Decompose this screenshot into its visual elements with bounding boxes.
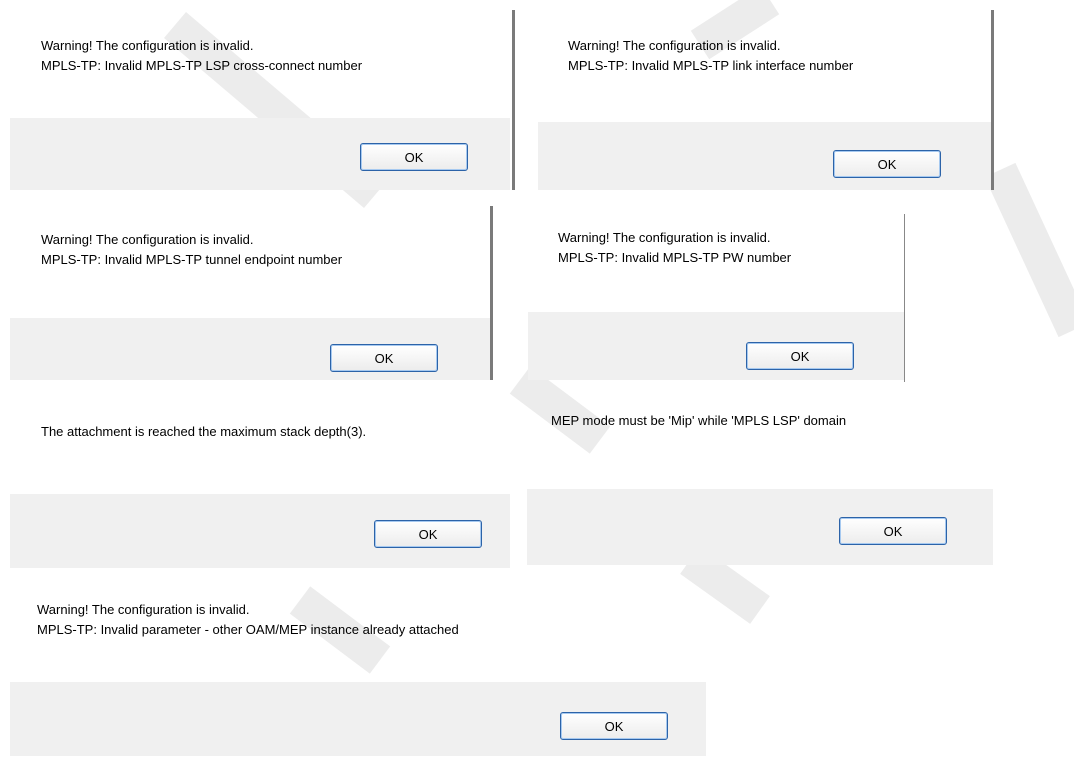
ok-button[interactable]: OK bbox=[839, 517, 947, 545]
dialog-message: Warning! The configuration is invalid. M… bbox=[41, 230, 342, 270]
window-border bbox=[490, 206, 493, 380]
dialog-message: Warning! The configuration is invalid. M… bbox=[568, 36, 853, 76]
warning-dialog-tunnel-endpoint: Warning! The configuration is invalid. M… bbox=[10, 220, 490, 380]
error-detail: MPLS-TP: Invalid MPLS-TP tunnel endpoint… bbox=[41, 252, 343, 267]
dialog-message: Warning! The configuration is invalid. M… bbox=[41, 36, 362, 76]
stack-depth-message: The attachment is reached the maximum st… bbox=[41, 424, 367, 439]
dialog-message: Warning! The configuration is invalid. M… bbox=[558, 228, 791, 268]
warning-dialog-oam-mep-attached: Warning! The configuration is invalid. M… bbox=[10, 596, 706, 756]
ok-button[interactable]: OK bbox=[833, 150, 941, 178]
error-detail: MPLS-TP: Invalid MPLS-TP LSP cross-conne… bbox=[41, 58, 363, 73]
warning-title: Warning! The configuration is invalid. bbox=[41, 38, 254, 53]
dialog-message: Warning! The configuration is invalid. M… bbox=[37, 600, 459, 640]
dialog-message: MEP mode must be 'Mip' while 'MPLS LSP' … bbox=[551, 411, 846, 431]
window-border bbox=[512, 10, 515, 190]
error-detail: MPLS-TP: Invalid MPLS-TP link interface … bbox=[568, 58, 854, 73]
error-detail: MPLS-TP: Invalid MPLS-TP PW number bbox=[558, 250, 792, 265]
ok-button[interactable]: OK bbox=[360, 143, 468, 171]
mep-mode-message: MEP mode must be 'Mip' while 'MPLS LSP' … bbox=[551, 413, 847, 428]
warning-title: Warning! The configuration is invalid. bbox=[41, 232, 254, 247]
mep-mode-dialog: MEP mode must be 'Mip' while 'MPLS LSP' … bbox=[527, 405, 993, 565]
warning-dialog-pw-number: Warning! The configuration is invalid. M… bbox=[528, 220, 904, 380]
warning-dialog-link-interface: Warning! The configuration is invalid. M… bbox=[538, 22, 994, 190]
ok-button[interactable]: OK bbox=[374, 520, 482, 548]
warning-title: Warning! The configuration is invalid. bbox=[37, 602, 250, 617]
ok-button[interactable]: OK bbox=[560, 712, 668, 740]
error-detail: MPLS-TP: Invalid parameter - other OAM/M… bbox=[37, 622, 459, 637]
ok-button[interactable]: OK bbox=[746, 342, 854, 370]
warning-title: Warning! The configuration is invalid. bbox=[558, 230, 771, 245]
window-border bbox=[904, 214, 905, 382]
window-border bbox=[991, 10, 994, 190]
dialog-message: The attachment is reached the maximum st… bbox=[41, 422, 366, 442]
warning-dialog-lsp-cross-connect: Warning! The configuration is invalid. M… bbox=[10, 22, 510, 190]
stack-depth-dialog: The attachment is reached the maximum st… bbox=[10, 416, 510, 568]
warning-title: Warning! The configuration is invalid. bbox=[568, 38, 781, 53]
ok-button[interactable]: OK bbox=[330, 344, 438, 372]
